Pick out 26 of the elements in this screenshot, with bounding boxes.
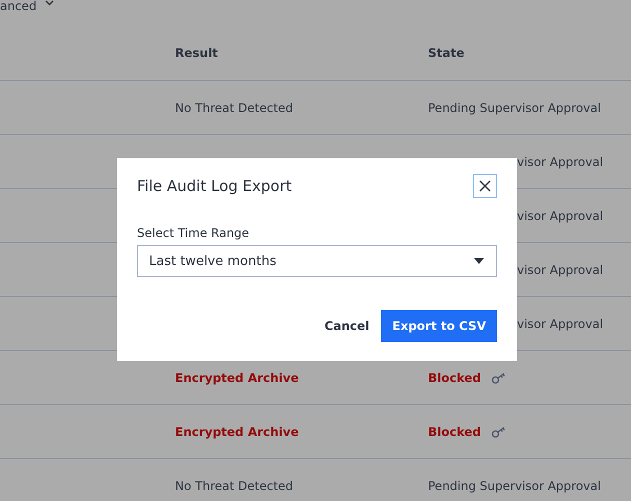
table-cell-text: Encrypted Archive [175, 424, 300, 438]
table-cell: Blocked [428, 424, 482, 438]
field-label: Select Time Range [137, 226, 250, 240]
close-icon [479, 180, 491, 192]
table-cell-text: No Threat Detected [175, 478, 294, 492]
caret-icon [44, 0, 54, 6]
table-cell: Blocked [428, 370, 482, 384]
filter-label[interactable]: anced [0, 0, 37, 13]
table-cell: Pending Supervisor Approval [428, 478, 601, 492]
time-range-select[interactable]: Last twelve months [137, 245, 497, 277]
column-header: Result [175, 46, 219, 60]
cancel-button[interactable]: Cancel [324, 310, 370, 342]
table-cell: Pending Supervisor Approval [428, 100, 601, 114]
table-cell: visor Approval [517, 262, 604, 276]
column-header: State [428, 46, 466, 60]
export-button[interactable]: Export to CSV [381, 310, 497, 342]
key-icon [491, 426, 508, 438]
table-cell: visor Approval [517, 154, 604, 168]
table-cell: visor Approval [517, 208, 604, 222]
table-cell-text: No Threat Detected [175, 100, 294, 114]
dialog-title: File Audit Log Export [137, 177, 292, 195]
table-cell-text: Encrypted Archive [175, 370, 300, 384]
close-button[interactable] [473, 174, 497, 198]
key-icon [491, 372, 508, 384]
table-cell: visor Approval [517, 316, 604, 330]
dropdown-arrow-icon [474, 258, 484, 264]
